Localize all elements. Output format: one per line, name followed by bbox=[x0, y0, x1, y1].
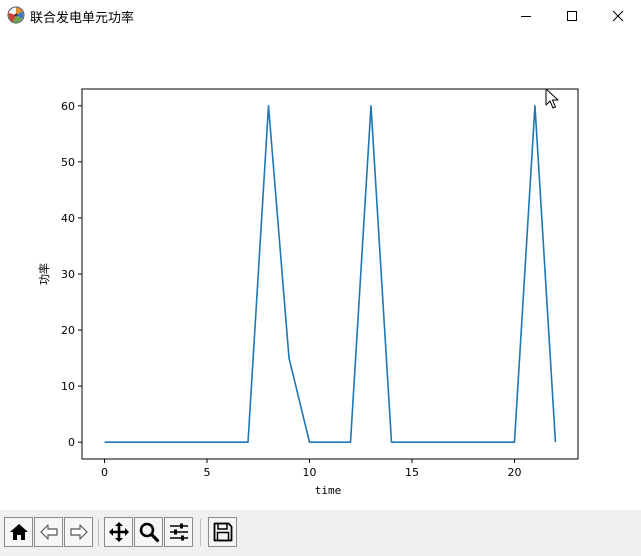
close-button[interactable] bbox=[595, 0, 641, 31]
home-icon bbox=[9, 524, 28, 540]
x-axis-label: time bbox=[315, 484, 342, 497]
x-tick-label: 15 bbox=[405, 466, 419, 479]
y-axis-label: 功率 bbox=[37, 263, 51, 285]
matplotlib-logo-icon bbox=[7, 6, 25, 24]
sliders-icon bbox=[169, 523, 188, 541]
y-tick-label: 60 bbox=[61, 100, 75, 113]
y-tick-label: 20 bbox=[61, 324, 75, 337]
y-tick-label: 50 bbox=[61, 156, 75, 169]
y-tick-label: 30 bbox=[61, 268, 75, 281]
floppy-disk-icon bbox=[213, 522, 232, 542]
x-tick-label: 0 bbox=[101, 466, 108, 479]
home-button[interactable] bbox=[4, 517, 33, 547]
maximize-button[interactable] bbox=[549, 0, 595, 31]
toolbar-separator bbox=[98, 519, 99, 546]
navigation-toolbar bbox=[0, 510, 641, 556]
toolbar-separator bbox=[200, 519, 201, 546]
x-tick-label: 5 bbox=[204, 466, 211, 479]
arrow-left-icon bbox=[39, 524, 58, 540]
y-tick-label: 40 bbox=[61, 212, 75, 225]
x-tick-label: 20 bbox=[507, 466, 521, 479]
configure-subplots-button[interactable] bbox=[164, 517, 193, 547]
magnifier-icon bbox=[139, 522, 159, 543]
pan-button[interactable] bbox=[104, 517, 133, 547]
mouse-cursor-icon bbox=[545, 88, 559, 109]
app-window: 联合发电单元功率 0 5 10 15 20 0 10 20 30 40 50 60 time 功率 bbox=[0, 0, 641, 556]
zoom-button[interactable] bbox=[134, 517, 163, 547]
close-icon bbox=[612, 10, 624, 21]
y-tick-label: 10 bbox=[61, 380, 75, 393]
arrow-right-icon bbox=[69, 524, 88, 540]
plot-area bbox=[81, 88, 579, 460]
title-bar[interactable]: 联合发电单元功率 bbox=[0, 0, 641, 31]
forward-button[interactable] bbox=[64, 517, 93, 547]
minimize-icon bbox=[521, 15, 531, 17]
back-button[interactable] bbox=[34, 517, 63, 547]
minimize-button[interactable] bbox=[503, 0, 549, 31]
maximize-icon bbox=[567, 10, 577, 21]
figure-canvas[interactable]: 0 5 10 15 20 0 10 20 30 40 50 60 time 功率 bbox=[0, 31, 641, 510]
window-title: 联合发电单元功率 bbox=[30, 11, 135, 26]
x-tick-label: 10 bbox=[303, 466, 317, 479]
save-button[interactable] bbox=[208, 517, 237, 547]
y-tick-label: 0 bbox=[68, 436, 75, 449]
move-icon bbox=[108, 522, 129, 542]
